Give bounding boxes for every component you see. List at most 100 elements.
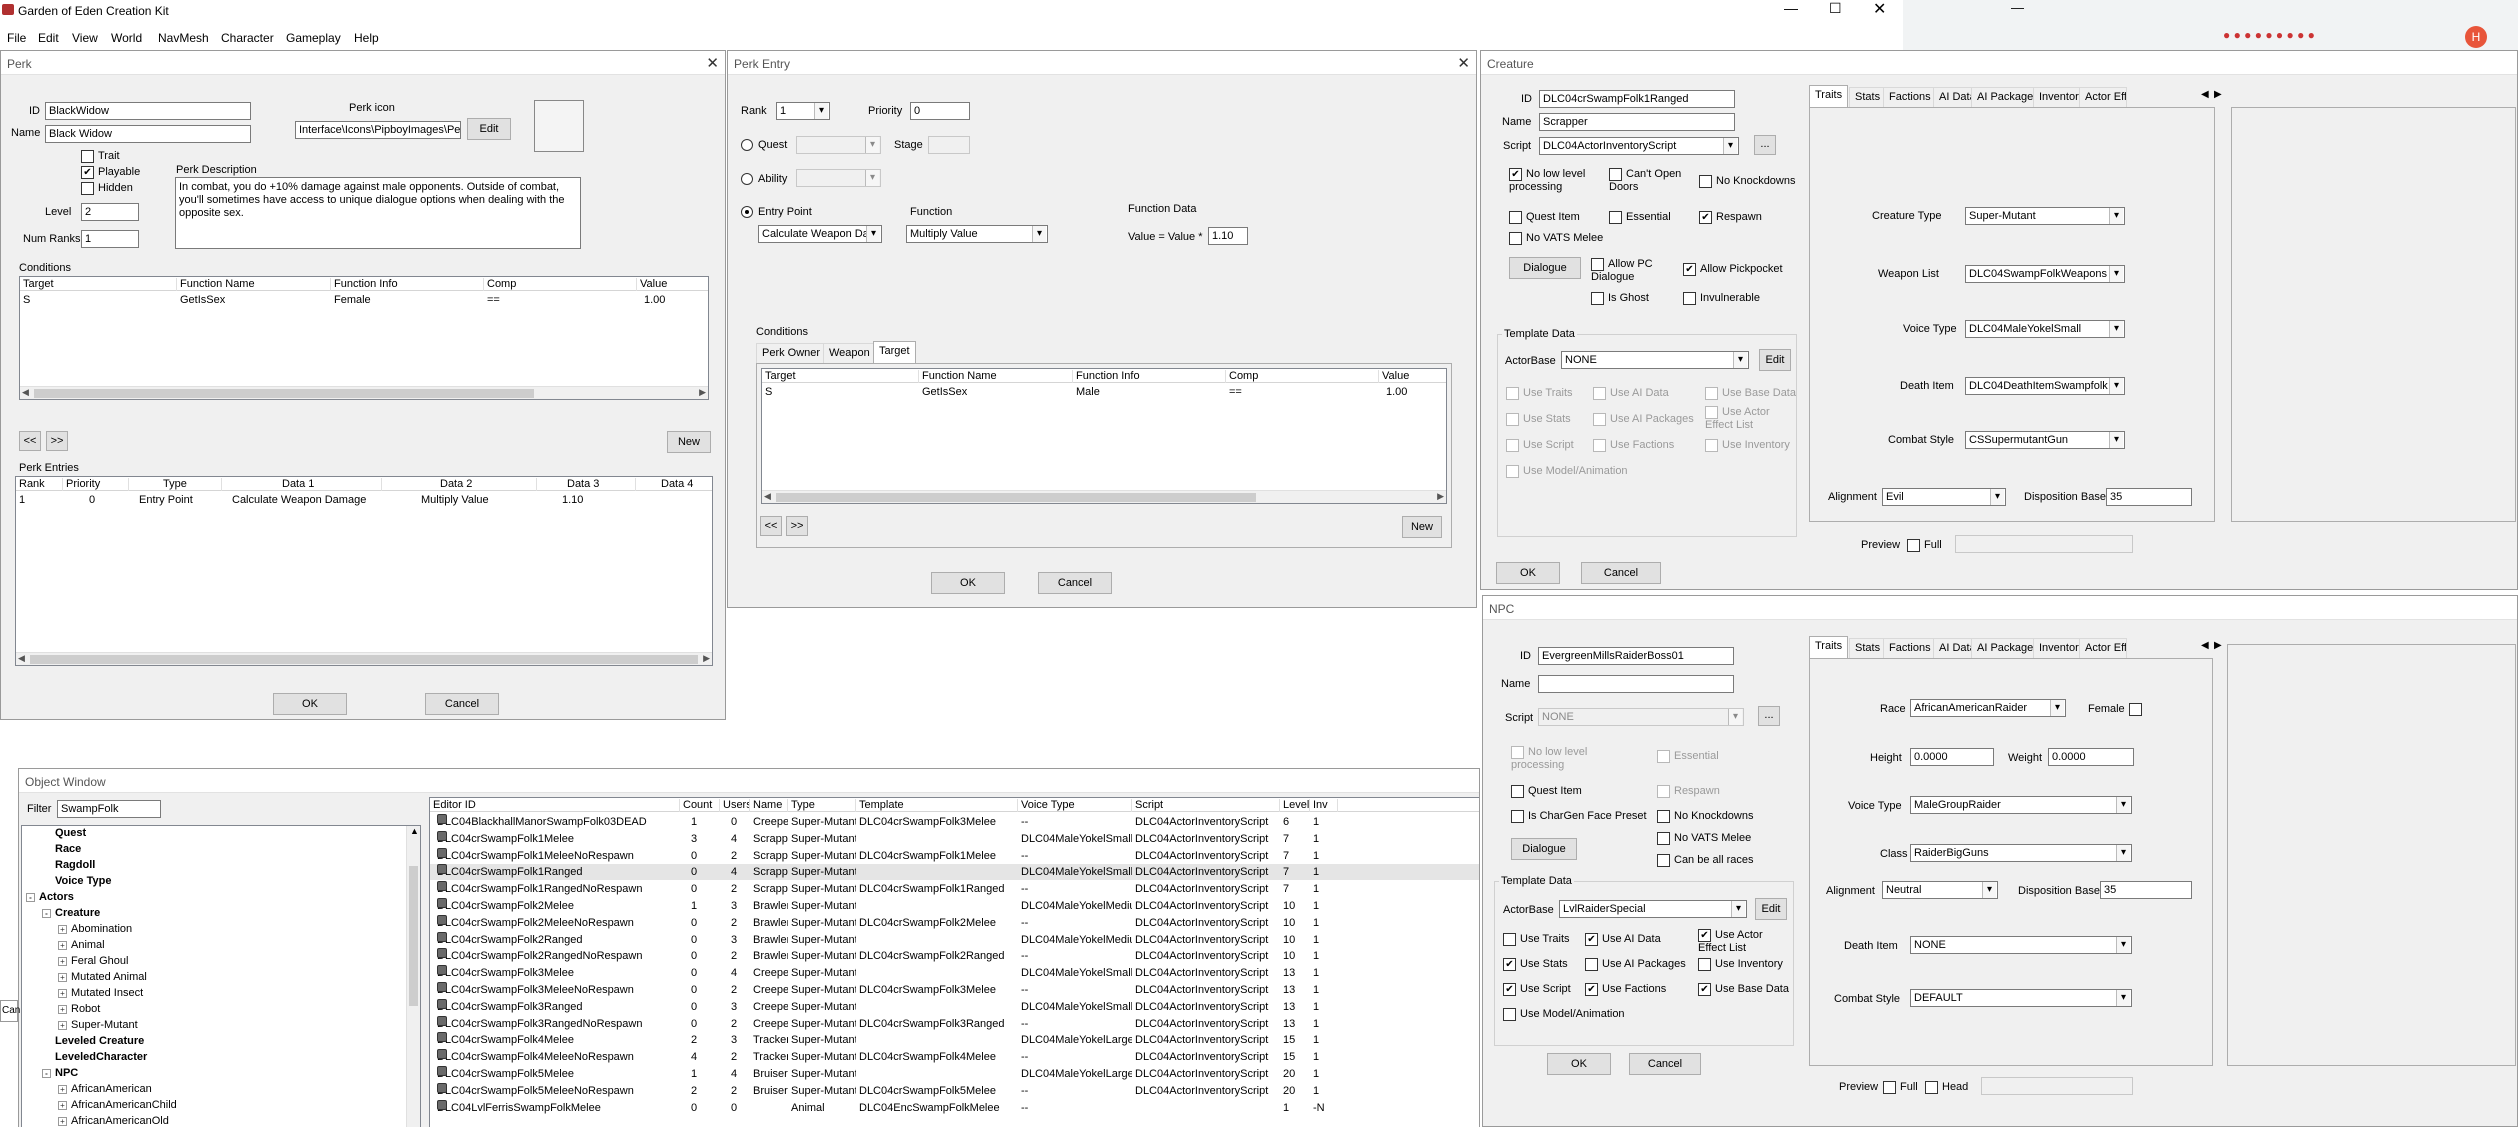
browser-extension-icons[interactable]: ● ● ● ● ● ● ● ● ● [2223, 28, 2315, 42]
perk-next-button[interactable]: >> [46, 431, 68, 451]
tree-node[interactable]: Ragdoll [55, 858, 95, 872]
table-row[interactable]: S GetIsSex Female == 1.00 [20, 295, 708, 306]
col-inv[interactable]: Inv [1310, 799, 1338, 812]
creature-voice-type-select[interactable]: DLC04MaleYokelSmall [1965, 320, 2125, 338]
quest-radio[interactable]: Quest [741, 139, 787, 152]
expand-icon[interactable]: + [58, 1116, 67, 1126]
npc-full-checkbox[interactable]: Full [1883, 1081, 1918, 1094]
no-knockdowns-checkbox[interactable]: No Knockdowns [1699, 175, 1796, 188]
tree-node[interactable]: Voice Type [55, 874, 111, 888]
col-target[interactable]: Target [762, 370, 919, 383]
entry-point-radio[interactable]: Entry Point [741, 206, 812, 219]
creature-alignment-select[interactable]: Evil [1882, 488, 2006, 506]
is-ghost-checkbox[interactable]: Is Ghost [1591, 292, 1649, 305]
no-vats-melee-checkbox[interactable]: No VATS Melee [1509, 232, 1603, 245]
perk-cancel-button[interactable]: Cancel [425, 693, 499, 715]
tree-node[interactable]: - NPC [42, 1066, 78, 1080]
perk-name-input[interactable]: Black Widow [45, 125, 251, 143]
creature-actorbase-select[interactable]: NONE [1561, 351, 1749, 369]
tab-traits[interactable]: Traits [1809, 85, 1849, 107]
class-select[interactable]: RaiderBigGuns [1910, 844, 2132, 862]
npc-ok-button[interactable]: OK [1547, 1053, 1611, 1075]
allow-pc-dialogue-checkbox[interactable]: Allow PC Dialogue [1591, 258, 1671, 284]
col-voice-type[interactable]: Voice Type [1018, 799, 1132, 812]
tab-scroll-left-icon[interactable]: ◀ [2201, 89, 2209, 100]
horizontal-scrollbar[interactable]: ◀ ▶ [762, 490, 1446, 503]
tree-node[interactable]: - Actors [26, 890, 74, 904]
menu-navmesh[interactable]: NavMesh [158, 31, 209, 45]
table-row[interactable]: DLC04BlackhallManorSwampFolk03DEAD 1 0 Cree… [430, 814, 1479, 830]
tab-scroll-right-icon[interactable]: ▶ [2214, 640, 2222, 651]
use-model-animation-checkbox[interactable]: Use Model/Animation [1506, 465, 1628, 478]
rank-select[interactable]: 1 [776, 102, 830, 120]
npc-voice-type-select[interactable]: MaleGroupRaider [1910, 796, 2132, 814]
weight-input[interactable]: 0.0000 [2048, 748, 2134, 766]
npc-alignment-select[interactable]: Neutral [1882, 881, 1998, 899]
expand-icon[interactable]: + [58, 940, 67, 950]
npc-no-vats-melee-checkbox[interactable]: No VATS Melee [1657, 832, 1751, 845]
female-checkbox[interactable]: Female [2088, 703, 2142, 716]
creature-name-input[interactable]: Scrapper [1539, 113, 1735, 131]
use-stats-checkbox[interactable]: Use Stats [1506, 413, 1571, 426]
browser-minimize-icon[interactable]: — [2011, 0, 2024, 15]
npc-use-ai-packages-checkbox[interactable]: Use AI Packages [1585, 958, 1686, 971]
tab-weapon[interactable]: Weapon [823, 343, 876, 363]
npc-actorbase-edit-button[interactable]: Edit [1755, 898, 1787, 920]
tree-node[interactable]: + AfricanAmerican [58, 1082, 152, 1096]
col-data1[interactable]: Data 1 [222, 478, 382, 491]
menu-gameplay[interactable]: Gameplay [286, 31, 341, 45]
npc-use-actor-effect-list-checkbox[interactable]: ✔ Use Actor Effect List [1698, 929, 1783, 955]
col-data4[interactable]: Data 4 [636, 478, 712, 491]
essential-checkbox[interactable]: Essential [1609, 211, 1671, 224]
close-icon[interactable]: ✕ [706, 54, 719, 72]
perk-description-textarea[interactable]: In combat, you do +10% damage against ma… [175, 177, 581, 249]
tree-node[interactable]: Race [55, 842, 81, 856]
race-select[interactable]: AfricanAmericanRaider [1910, 699, 2066, 717]
tree-node[interactable]: + Feral Ghoul [58, 954, 128, 968]
creature-death-item-select[interactable]: DLC04DeathItemSwampfolk [1965, 377, 2125, 395]
perk-new-button[interactable]: New [667, 431, 711, 453]
creature-combat-style-select[interactable]: CSSupermutantGun [1965, 431, 2125, 449]
use-actor-effect-list-checkbox[interactable]: Use Actor Effect List [1705, 406, 1785, 432]
tree-node[interactable]: + Mutated Insect [58, 986, 143, 1000]
expand-icon[interactable]: + [58, 972, 67, 982]
minimize-icon[interactable]: — [1784, 0, 1798, 16]
tree-node[interactable]: LeveledCharacter [55, 1050, 147, 1064]
npc-combat-style-select[interactable]: DEFAULT [1910, 989, 2132, 1007]
use-traits-checkbox[interactable]: Use Traits [1506, 387, 1573, 400]
perk-id-input[interactable]: BlackWidow [45, 102, 251, 120]
table-row[interactable]: DLC04crSwampFolk1RangedNoRespawn 0 2 Scrapp… [430, 881, 1479, 897]
collapse-icon[interactable]: - [42, 1068, 51, 1078]
col-comp[interactable]: Comp [484, 278, 637, 291]
weapon-list-select[interactable]: DLC04SwampFolkWeapons [1965, 265, 2125, 283]
col-value[interactable]: Value [637, 278, 708, 291]
expand-icon[interactable]: + [58, 924, 67, 934]
table-row[interactable]: S GetIsSex Male == 1.00 [762, 387, 1446, 398]
use-script-checkbox[interactable]: Use Script [1506, 439, 1574, 452]
npc-disposition-input[interactable]: 35 [2100, 881, 2192, 899]
table-row[interactable]: DLC04crSwampFolk4MeleeNoRespawn 4 2 Tracker… [430, 1049, 1479, 1065]
npc-use-script-checkbox[interactable]: ✔ Use Script [1503, 983, 1571, 996]
creature-type-select[interactable]: Super-Mutant [1965, 207, 2125, 225]
perk-level-input[interactable]: 2 [81, 203, 139, 221]
perk-ok-button[interactable]: OK [273, 693, 347, 715]
entry-prev-button[interactable]: << [760, 516, 782, 536]
function-select[interactable]: Multiply Value [906, 225, 1048, 243]
col-function-info[interactable]: Function Info [1073, 370, 1226, 383]
npc-use-base-data-checkbox[interactable]: ✔ Use Base Data [1698, 983, 1789, 996]
avatar[interactable]: H [2465, 26, 2487, 48]
tab-scroll-left-icon[interactable]: ◀ [2201, 640, 2209, 651]
expand-icon[interactable]: + [58, 1004, 67, 1014]
tab-actor-effects[interactable]: Actor Effe [2079, 87, 2127, 107]
perk-icon-path-input[interactable]: Interface\Icons\PipboyImages\Pe [295, 121, 461, 139]
tab-stats[interactable]: Stats [1849, 638, 1887, 658]
function-value-input[interactable]: 1.10 [1208, 227, 1248, 245]
npc-head-checkbox[interactable]: Head [1925, 1081, 1968, 1094]
col-function-name[interactable]: Function Name [919, 370, 1073, 383]
table-row[interactable]: DLC04crSwampFolk2RangedNoRespawn 0 2 Brawle… [430, 948, 1479, 964]
npc-dialogue-button[interactable]: Dialogue [1511, 838, 1577, 860]
tree-node[interactable]: + AfricanAmericanOld [58, 1114, 169, 1127]
creature-actorbase-edit-button[interactable]: Edit [1759, 349, 1791, 371]
playable-checkbox[interactable]: ✔ Playable [81, 166, 140, 179]
invulnerable-checkbox[interactable]: Invulnerable [1683, 292, 1760, 305]
